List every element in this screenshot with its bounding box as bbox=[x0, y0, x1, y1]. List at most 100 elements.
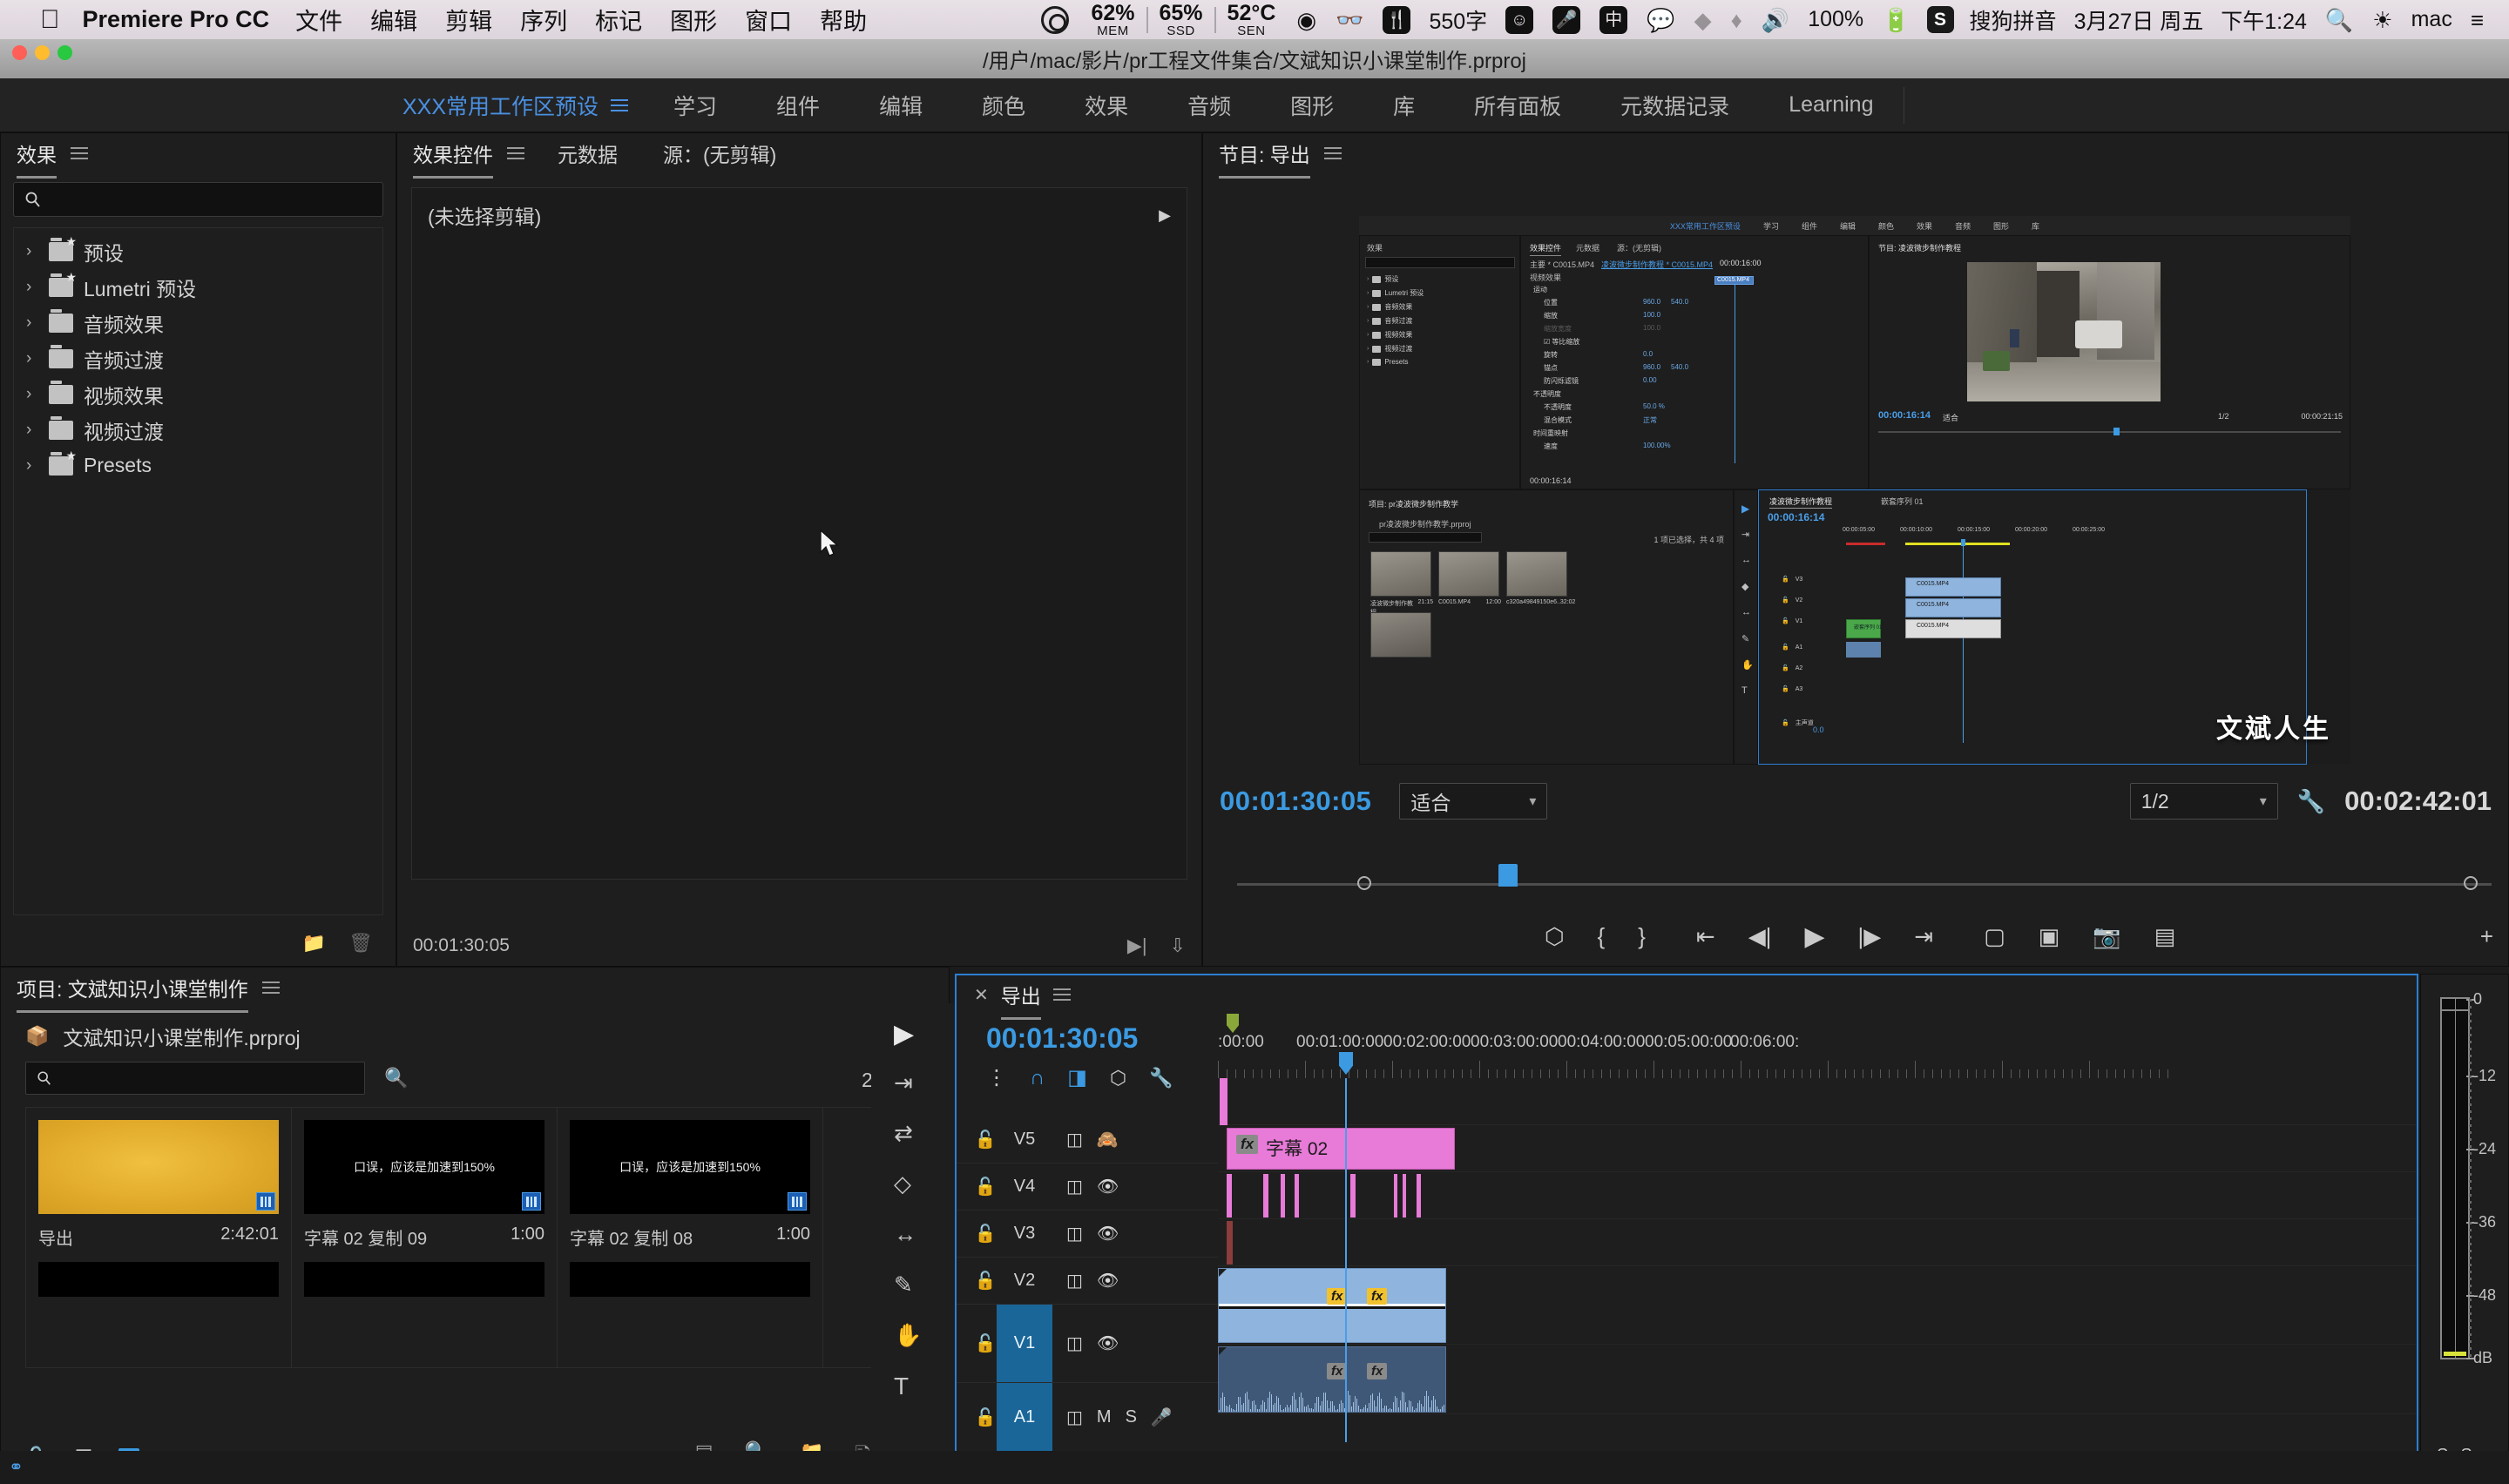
minimize-button[interactable] bbox=[35, 45, 50, 60]
playhead-handle[interactable] bbox=[1339, 1052, 1353, 1075]
track-header-v3[interactable]: 🔓 V3 ◫ 👁 bbox=[957, 1211, 1218, 1258]
go-to-out-icon[interactable]: ⇥ bbox=[1914, 923, 1933, 950]
timeline-tracks-area[interactable]: fx 字幕 02 fx fx fx fx bbox=[1218, 1078, 2417, 1442]
user-label[interactable]: mac bbox=[2411, 7, 2452, 32]
panel-menu-icon[interactable] bbox=[1052, 988, 1071, 1001]
chevron-right-icon[interactable]: › bbox=[26, 385, 38, 404]
go-to-in-icon[interactable]: ⇤ bbox=[1696, 923, 1715, 950]
tab-effects[interactable]: 效果 bbox=[1085, 90, 1128, 121]
fork-icon[interactable]: 🍴 bbox=[1383, 5, 1411, 34]
bluetooth-icon[interactable]: ♦ bbox=[1731, 9, 1742, 31]
close-icon[interactable]: ✕ bbox=[974, 984, 989, 1006]
emoji-icon[interactable]: ☺ bbox=[1505, 5, 1534, 34]
razor-tool[interactable]: ◇ bbox=[894, 1170, 911, 1197]
magnet-icon[interactable]: ∩ bbox=[1030, 1066, 1045, 1090]
play-icon[interactable]: ▶ bbox=[1804, 921, 1824, 952]
clip-video-v1[interactable]: fx fx bbox=[1218, 1268, 1446, 1343]
audio-meter-bars[interactable] bbox=[2440, 997, 2470, 1359]
tab-effects-panel[interactable]: 效果 bbox=[17, 138, 57, 179]
tab-all-panels[interactable]: 所有面板 bbox=[1474, 90, 1561, 121]
workspace-preset-label[interactable]: XXX常用工作区预设 bbox=[402, 90, 599, 121]
hand-tool[interactable]: ✋ bbox=[894, 1322, 922, 1349]
effects-tree-item[interactable]: › Lumetri 预设 bbox=[14, 269, 382, 305]
apple-icon[interactable]:  bbox=[40, 6, 60, 33]
track-lock-icon[interactable]: 🔓 bbox=[974, 1270, 997, 1292]
word-count-label[interactable]: 550字 bbox=[1429, 4, 1487, 36]
type-tool[interactable]: T bbox=[894, 1373, 909, 1400]
eye-icon[interactable]: 👁 bbox=[1097, 1176, 1119, 1197]
settings-wrench-icon[interactable]: 🔧 bbox=[2297, 788, 2325, 815]
track-name-label[interactable]: V2 bbox=[997, 1271, 1052, 1291]
tab-source[interactable]: 源：(无剪辑) bbox=[663, 138, 776, 168]
eye-icon[interactable]: 👁 bbox=[1097, 1223, 1119, 1245]
control-center-icon[interactable]: ≡ bbox=[2471, 9, 2484, 31]
record-icon[interactable]: ◉ bbox=[1296, 9, 1316, 31]
track-lock-icon[interactable]: 🔓 bbox=[974, 1129, 997, 1150]
project-item-thumbnail[interactable] bbox=[570, 1262, 810, 1297]
project-item[interactable]: 口误，应该是加速到150% 字幕 02 复制 08 1:00 bbox=[558, 1108, 823, 1367]
clip[interactable] bbox=[1263, 1174, 1268, 1218]
glasses-icon[interactable]: 👓 bbox=[1336, 9, 1363, 31]
tab-sequence[interactable]: 导出 bbox=[1000, 980, 1041, 1020]
slip-tool[interactable]: ↔ bbox=[894, 1221, 916, 1248]
chevron-right-icon[interactable]: › bbox=[26, 421, 38, 440]
track-name-label[interactable]: V4 bbox=[997, 1177, 1052, 1197]
pen-tool[interactable]: ✎ bbox=[894, 1272, 913, 1298]
siri-icon[interactable]: ☀ bbox=[2372, 9, 2392, 31]
project-item-thumbnail[interactable] bbox=[304, 1262, 544, 1297]
eye-icon[interactable]: 👁 bbox=[1097, 1332, 1119, 1354]
chinese-ime-icon[interactable]: 中 bbox=[1599, 5, 1628, 34]
speaker-icon[interactable]: 🔊 bbox=[1762, 9, 1789, 31]
effects-tree-item[interactable]: › 音频效果 bbox=[14, 305, 382, 341]
chevron-right-icon[interactable]: › bbox=[26, 314, 38, 333]
extract-icon[interactable]: ▣ bbox=[2039, 923, 2060, 950]
wechat-icon[interactable]: 💬 bbox=[1647, 9, 1674, 31]
scrub-playhead[interactable] bbox=[1498, 864, 1518, 887]
expand-arrow-icon[interactable]: ▶ bbox=[1159, 206, 1171, 225]
chevron-right-icon[interactable]: › bbox=[26, 278, 38, 297]
clip[interactable] bbox=[1227, 1174, 1232, 1218]
track-header-a1[interactable]: 🔓 A1 ◫ M S 🎤 bbox=[957, 1383, 1218, 1453]
track-lock-icon[interactable]: 🔓 bbox=[974, 1176, 997, 1197]
eye-off-icon[interactable]: 🙈 bbox=[1097, 1129, 1119, 1150]
track-header-v4[interactable]: 🔓 V4 ◫ 👁 bbox=[957, 1164, 1218, 1211]
clip-subtitle-02[interactable]: fx 字幕 02 bbox=[1227, 1128, 1455, 1170]
find-icon[interactable]: 🔍 bbox=[384, 1067, 408, 1089]
clip-audio-a1[interactable]: fx fx bbox=[1218, 1346, 1446, 1413]
playback-resolution-select[interactable]: 1/2 ▾ bbox=[2129, 783, 2278, 820]
effects-tree-item[interactable]: › 音频过渡 bbox=[14, 341, 382, 376]
effects-search-field[interactable] bbox=[13, 182, 383, 217]
search-input[interactable] bbox=[51, 189, 372, 210]
panel-menu-icon[interactable] bbox=[261, 981, 280, 994]
clip[interactable] bbox=[1281, 1174, 1285, 1218]
track-targeting-icon[interactable]: ◫ bbox=[1066, 1270, 1083, 1292]
tab-program-monitor[interactable]: 节目: 导出 bbox=[1219, 138, 1310, 179]
mute-icon[interactable]: M bbox=[1097, 1407, 1112, 1427]
clip[interactable] bbox=[1220, 1078, 1227, 1125]
program-current-timecode[interactable]: 00:01:30:05 bbox=[1220, 786, 1371, 817]
snap-to-playhead-icon[interactable]: ⋮ bbox=[986, 1065, 1007, 1090]
mark-in-icon[interactable]: { bbox=[1598, 923, 1606, 950]
track-lock-icon[interactable]: 🔓 bbox=[974, 1332, 997, 1354]
tab-editing[interactable]: 编辑 bbox=[879, 90, 923, 121]
clip[interactable] bbox=[1295, 1174, 1299, 1218]
search-icon[interactable]: 🔍 bbox=[2325, 9, 2353, 31]
program-duration-timecode[interactable]: 00:02:42:01 bbox=[2344, 786, 2492, 817]
clip[interactable] bbox=[1394, 1174, 1397, 1218]
effects-tree-item[interactable]: › Presets bbox=[14, 448, 382, 483]
new-bin-icon[interactable]: 📁 bbox=[302, 932, 326, 954]
track-targeting-icon[interactable]: ◫ bbox=[1066, 1129, 1083, 1150]
linked-selection-icon[interactable]: ◨ bbox=[1067, 1065, 1087, 1090]
track-header-v5[interactable]: 🔓 V5 ◫ 🙈 bbox=[957, 1116, 1218, 1164]
timeline-ruler[interactable]: :00:00 00:01:00:00 00:02:00:00 00:03:00:00 0… bbox=[1218, 1014, 2417, 1078]
cc-sync-icon[interactable]: ⚭ bbox=[9, 1456, 24, 1478]
menu-edit[interactable]: 编辑 bbox=[370, 3, 417, 37]
tab-learning[interactable]: Learning bbox=[1789, 92, 1873, 118]
menu-file[interactable]: 文件 bbox=[295, 3, 342, 37]
plus-icon[interactable]: + bbox=[2480, 923, 2493, 950]
memory-stat[interactable]: 62% MEM bbox=[1091, 1, 1134, 38]
wrench-icon[interactable]: 🔧 bbox=[1149, 1067, 1173, 1089]
menu-window[interactable]: 窗口 bbox=[745, 3, 792, 37]
tab-project[interactable]: 项目: 文斌知识小课堂制作 bbox=[17, 973, 248, 1013]
track-name-label[interactable]: A1 bbox=[997, 1383, 1052, 1452]
